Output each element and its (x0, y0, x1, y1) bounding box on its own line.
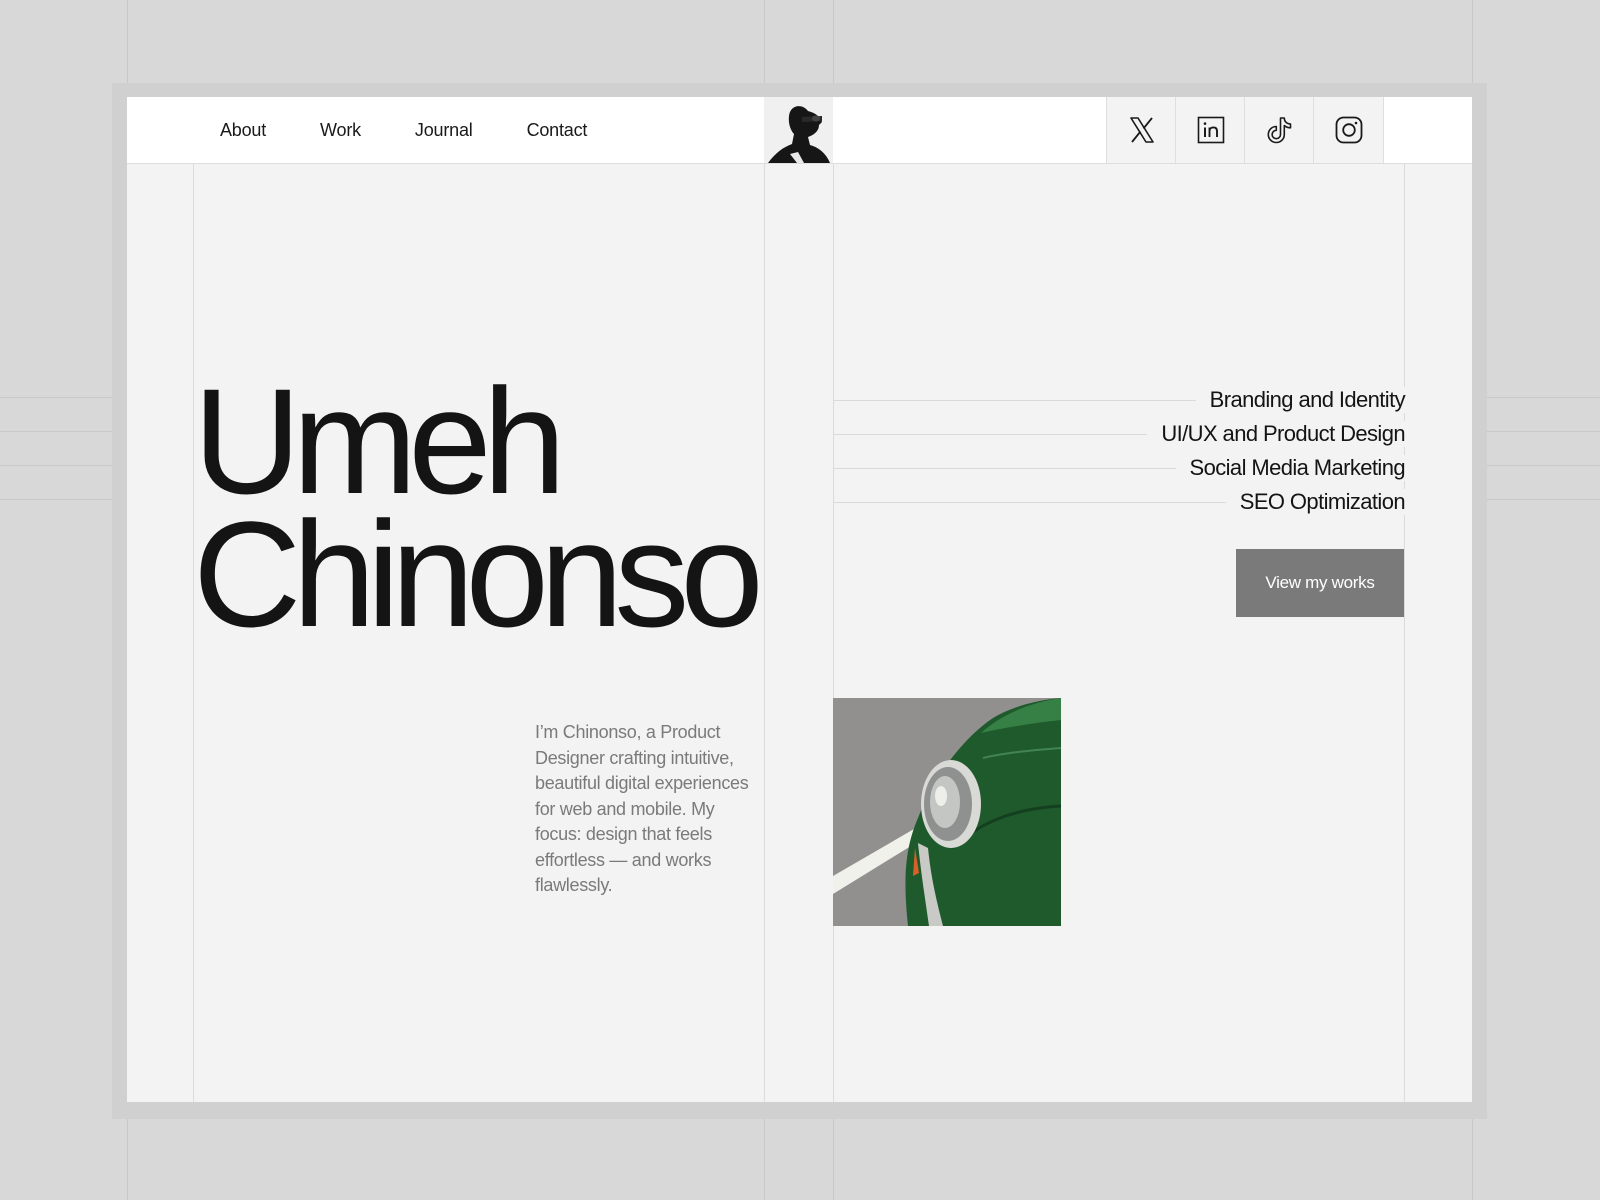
service-item: Social Media Marketing (833, 451, 1406, 485)
tiktok-link[interactable] (1244, 97, 1314, 163)
nav-contact[interactable]: Contact (527, 120, 588, 141)
x-twitter-link[interactable] (1106, 97, 1176, 163)
column-guide (764, 97, 765, 1102)
hero-last-name: Chinonso (193, 490, 764, 658)
instagram-icon (1335, 116, 1362, 144)
nav-journal[interactable]: Journal (415, 120, 473, 141)
services-list: Branding and Identity UI/UX and Product … (833, 383, 1406, 519)
service-item: SEO Optimization (833, 485, 1406, 519)
nav-work[interactable]: Work (320, 120, 361, 141)
hero-bio: I’m Chinonso, a Product Designer craftin… (535, 722, 749, 895)
x-twitter-icon (1129, 117, 1154, 143)
linkedin-link[interactable] (1175, 97, 1245, 163)
service-label: UI/UX and Product Design (1147, 421, 1406, 447)
column-guide (833, 97, 834, 1102)
car-image (833, 698, 1061, 926)
portfolio-page: About Work Journal Contact Umeh Chinonso… (127, 97, 1472, 1102)
main-nav: About Work Journal Contact (193, 97, 587, 163)
top-bar: About Work Journal Contact (127, 97, 1472, 164)
service-item: UI/UX and Product Design (833, 417, 1406, 451)
view-works-button[interactable]: View my works (1236, 549, 1404, 617)
hero-first-name: Umeh (193, 357, 566, 525)
service-label: Social Media Marketing (1175, 455, 1406, 481)
service-label: Branding and Identity (1195, 387, 1406, 413)
service-label: SEO Optimization (1225, 489, 1406, 515)
linkedin-icon (1197, 116, 1224, 144)
service-item: Branding and Identity (833, 383, 1406, 417)
tiktok-icon (1267, 117, 1291, 144)
nav-about[interactable]: About (220, 120, 266, 141)
instagram-link[interactable] (1313, 97, 1384, 163)
avatar (764, 97, 833, 163)
hero-title: Umeh Chinonso (193, 357, 764, 658)
portrait-photo (764, 97, 833, 163)
car-photo (833, 698, 1061, 926)
column-guide (1404, 97, 1405, 1102)
